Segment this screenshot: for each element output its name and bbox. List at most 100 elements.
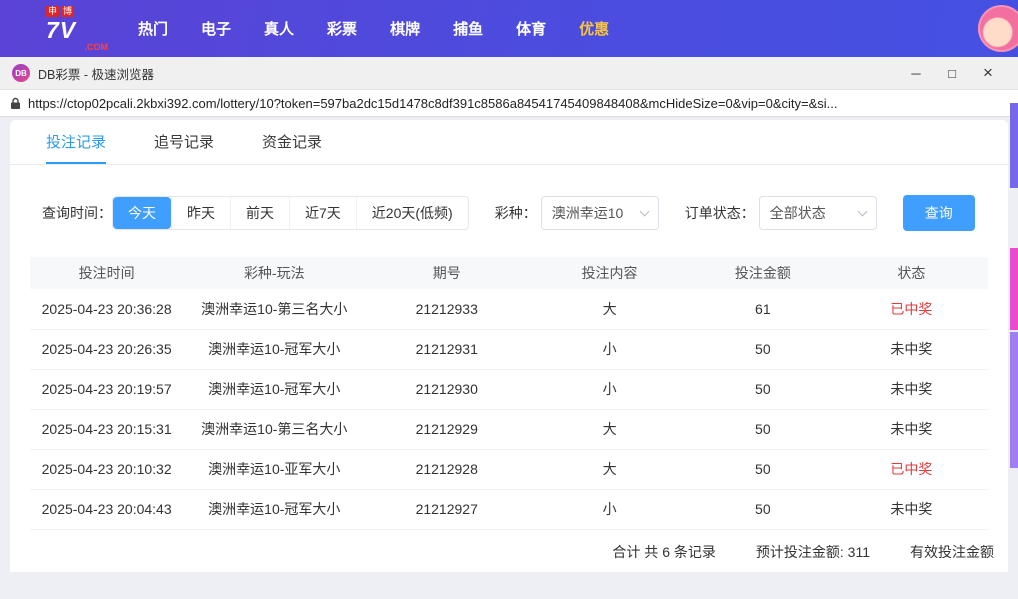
cell-issue: 21212931	[365, 329, 529, 370]
cell-amount: 50	[691, 489, 835, 530]
cell-bet-time: 2025-04-23 20:36:28	[30, 289, 184, 330]
page-background: 投注记录 追号记录 资金记录 查询时间： 今天 昨天 前天 近7天 近20天(低…	[0, 117, 1018, 599]
records-tabs: 投注记录 追号记录 资金记录	[10, 120, 1008, 165]
close-button[interactable]: ×	[970, 57, 1006, 90]
site-menu: 热门 电子 真人 彩票 棋牌 捕鱼 体育 优惠	[138, 18, 609, 39]
logo-tag-2: 博	[61, 5, 75, 17]
nav-item-hot[interactable]: 热门	[138, 18, 168, 39]
cell-issue: 21212927	[365, 489, 529, 530]
cell-game: 澳洲幸运10-冠军大小	[183, 329, 366, 370]
browser-addressbar: https://ctop02pcali.2kbxi392.com/lottery…	[0, 90, 1018, 117]
url-text[interactable]: https://ctop02pcali.2kbxi392.com/lottery…	[28, 96, 1008, 111]
nav-item-lottery[interactable]: 彩票	[327, 18, 357, 39]
avatar[interactable]	[978, 5, 1018, 52]
records-panel: 投注记录 追号记录 资金记录 查询时间： 今天 昨天 前天 近7天 近20天(低…	[10, 120, 1008, 572]
table-row: 2025-04-23 20:26:35 澳洲幸运10-冠军大小 21212931…	[30, 329, 988, 370]
cell-status: 未中奖	[834, 409, 988, 450]
chevron-down-icon	[639, 206, 650, 216]
logo-tags: 申 博	[46, 5, 108, 17]
cell-amount: 50	[691, 449, 835, 490]
table-row: 2025-04-23 20:15:31 澳洲幸运10-第三名大小 2121292…	[30, 409, 988, 450]
maximize-button[interactable]: □	[934, 57, 970, 90]
cell-issue: 21212928	[365, 449, 529, 490]
chevron-down-icon	[857, 206, 868, 216]
summary-total: 合计 共 6 条记录	[612, 543, 716, 560]
summary-estimated-amount: 预计投注金额: 311	[755, 543, 870, 560]
cell-bet-time: 2025-04-23 20:15:31	[30, 409, 184, 450]
table-header-row: 投注时间 彩种-玩法 期号 投注内容 投注金额 状态	[30, 257, 988, 289]
cell-issue: 21212933	[365, 289, 529, 330]
col-header-game: 彩种-玩法	[183, 257, 366, 289]
time-option-today[interactable]: 今天	[113, 197, 171, 229]
edge-artifact	[1010, 103, 1018, 188]
cell-content: 小	[528, 369, 691, 410]
screen: 申 博 7V .COM 热门 电子 真人 彩票 棋牌 捕鱼 体育 优惠 DB D…	[0, 0, 1018, 599]
col-header-amount: 投注金额	[691, 257, 835, 289]
col-header-bet-time: 投注时间	[30, 257, 184, 289]
logo-sub-text: .COM	[84, 41, 109, 52]
cell-game: 澳洲幸运10-冠军大小	[183, 369, 366, 410]
time-option-last20days[interactable]: 近20天(低频)	[355, 197, 468, 229]
cell-game: 澳洲幸运10-第三名大小	[183, 409, 366, 450]
edge-artifact	[1010, 332, 1018, 468]
summary-bar: 合计 共 6 条记录 预计投注金额: 311 有效投注金额	[30, 542, 994, 562]
cell-bet-time: 2025-04-23 20:04:43	[30, 489, 184, 530]
minimize-button[interactable]: ─	[898, 57, 934, 90]
records-table: 投注时间 彩种-玩法 期号 投注内容 投注金额 状态 2025-04-23 20…	[30, 257, 994, 562]
cell-status: 未中奖	[834, 329, 988, 370]
summary-valid-amount: 有效投注金额	[910, 543, 994, 560]
time-range-group: 今天 昨天 前天 近7天 近20天(低频)	[112, 196, 469, 230]
time-filter-label: 查询时间：	[42, 205, 112, 221]
cell-issue: 21212930	[365, 369, 529, 410]
table-row: 2025-04-23 20:04:43 澳洲幸运10-冠军大小 21212927…	[30, 489, 988, 530]
tab-funds-records[interactable]: 资金记录	[262, 120, 322, 164]
nav-item-live[interactable]: 真人	[264, 18, 294, 39]
time-option-yesterday[interactable]: 昨天	[171, 197, 230, 229]
col-header-issue: 期号	[365, 257, 529, 289]
time-option-day-before[interactable]: 前天	[230, 197, 289, 229]
nav-item-boardgames[interactable]: 棋牌	[390, 18, 420, 39]
site-navbar: 申 博 7V .COM 热门 电子 真人 彩票 棋牌 捕鱼 体育 优惠	[0, 0, 1018, 57]
lottery-select[interactable]: 澳洲幸运10	[540, 196, 659, 230]
cell-game: 澳洲幸运10-冠军大小	[183, 489, 366, 530]
cell-status: 已中奖	[834, 289, 988, 330]
order-status-select[interactable]: 全部状态	[758, 196, 877, 230]
cell-issue: 21212929	[365, 409, 529, 450]
logo-main-text: 7V	[46, 16, 77, 43]
cell-amount: 61	[691, 289, 835, 330]
browser-titlebar: DB DB彩票 - 极速浏览器 ─ □ ×	[0, 57, 1018, 90]
nav-item-electronic[interactable]: 电子	[201, 18, 231, 39]
nav-item-promotions[interactable]: 优惠	[579, 18, 609, 39]
cell-status: 未中奖	[834, 489, 988, 530]
cell-content: 大	[528, 409, 691, 450]
table-row: 2025-04-23 20:19:57 澳洲幸运10-冠军大小 21212930…	[30, 369, 988, 410]
logo-tag-1: 申	[46, 5, 60, 17]
time-option-last7days[interactable]: 近7天	[289, 197, 356, 229]
window-title: DB彩票 - 极速浏览器	[38, 67, 154, 82]
tab-bet-records[interactable]: 投注记录	[46, 120, 107, 164]
cell-content: 大	[528, 289, 691, 330]
app-icon: DB	[12, 64, 30, 82]
cell-status: 已中奖	[834, 449, 988, 490]
query-button[interactable]: 查询	[902, 195, 975, 231]
cell-amount: 50	[691, 409, 835, 450]
lock-icon	[10, 97, 21, 110]
cell-bet-time: 2025-04-23 20:10:32	[30, 449, 184, 490]
nav-item-fishing[interactable]: 捕鱼	[453, 18, 483, 39]
cell-bet-time: 2025-04-23 20:26:35	[30, 329, 184, 370]
cell-amount: 50	[691, 369, 835, 410]
edge-artifact	[1010, 248, 1018, 330]
lottery-select-value: 澳洲幸运10	[551, 205, 624, 221]
cell-content: 小	[528, 489, 691, 530]
site-logo[interactable]: 申 博 7V .COM	[46, 5, 109, 52]
status-filter-label: 订单状态：	[684, 205, 755, 221]
table-row: 2025-04-23 20:10:32 澳洲幸运10-亚军大小 21212928…	[30, 449, 988, 490]
col-header-content: 投注内容	[528, 257, 691, 289]
cell-bet-time: 2025-04-23 20:19:57	[30, 369, 184, 410]
cell-content: 大	[528, 449, 691, 490]
tab-chase-records[interactable]: 追号记录	[154, 120, 214, 164]
table-row: 2025-04-23 20:36:28 澳洲幸运10-第三名大小 2121293…	[30, 289, 988, 330]
cell-status: 未中奖	[834, 369, 988, 410]
nav-item-sports[interactable]: 体育	[516, 18, 546, 39]
cell-content: 小	[528, 329, 691, 370]
